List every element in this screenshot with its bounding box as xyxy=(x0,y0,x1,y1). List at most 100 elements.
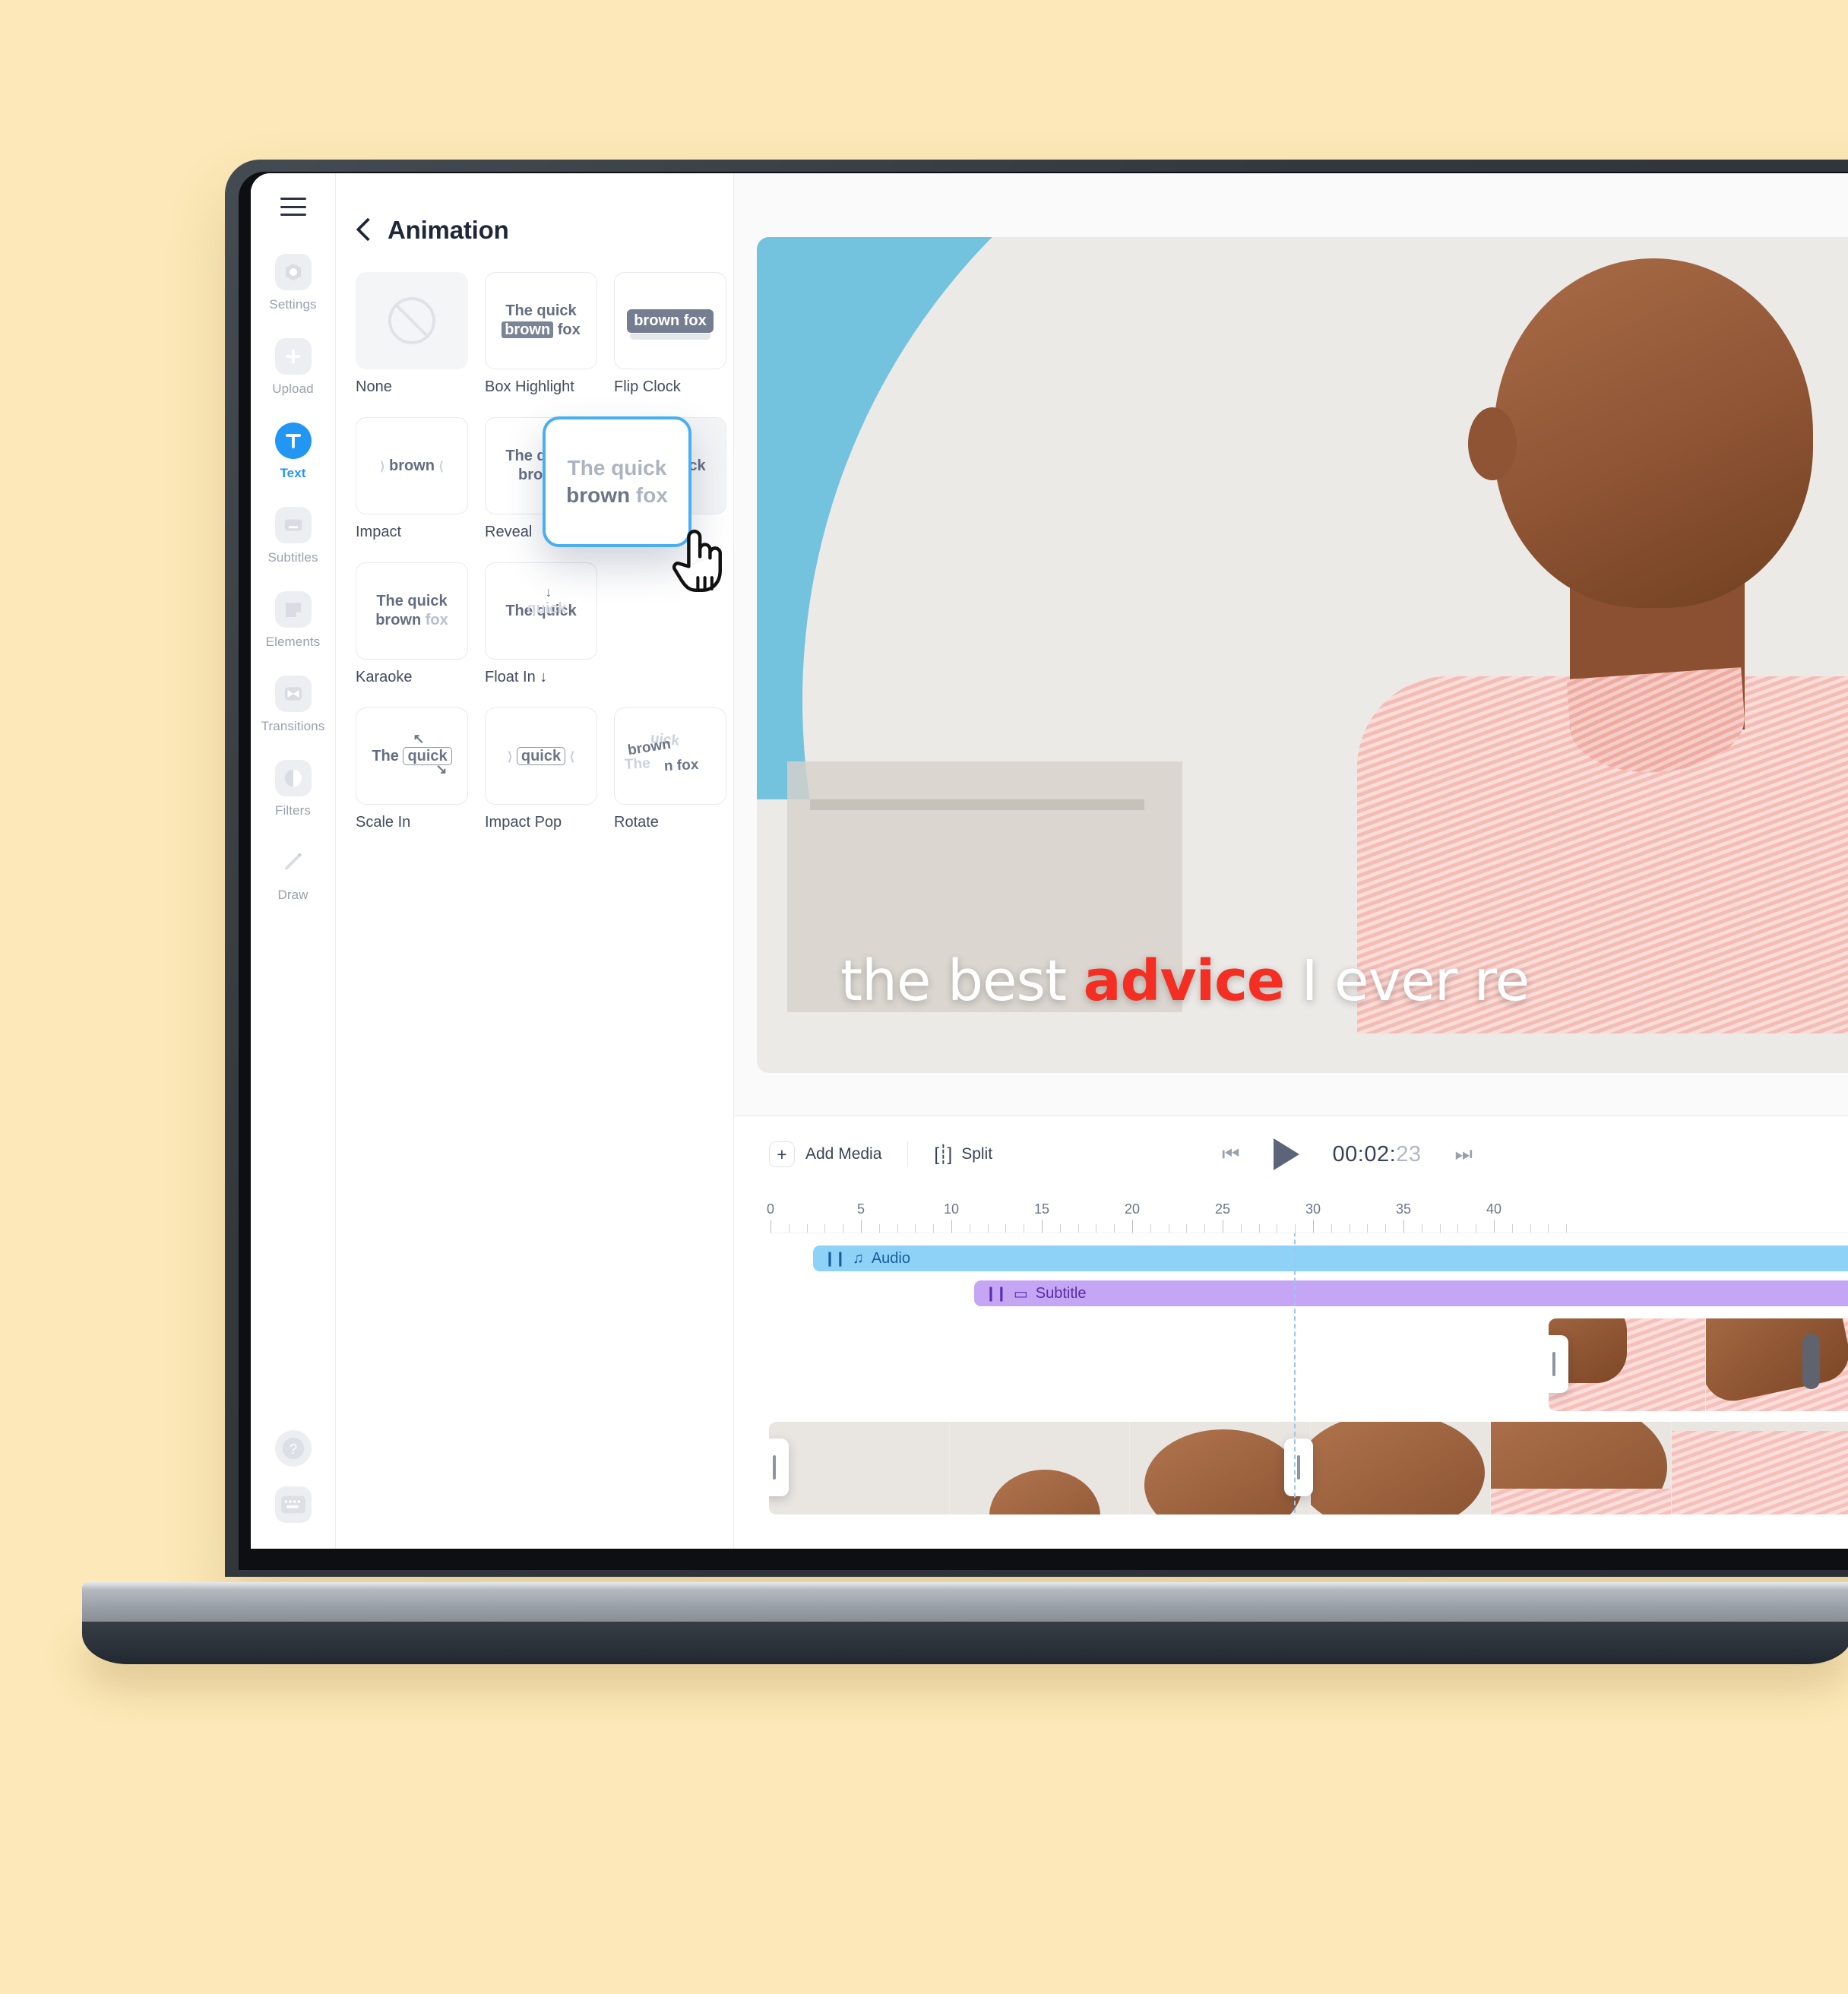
animation-card-flip-clock[interactable]: brown fox Flip Clock xyxy=(614,272,726,396)
laptop-base-body xyxy=(82,1622,1848,1664)
keyboard-icon[interactable] xyxy=(275,1486,312,1523)
ruler-tick-major xyxy=(1313,1220,1314,1233)
animation-card-impact[interactable]: ⟩ brown ⟨ Impact xyxy=(356,417,468,541)
clip-thumbnail xyxy=(1130,1422,1311,1514)
animation-card-float-in-down[interactable]: ↓ quick The quick Float In ↓ xyxy=(485,562,597,686)
ruler-tick-major xyxy=(1132,1220,1133,1233)
animation-card-impact-pop[interactable]: ⟩ quick ⟨ Impact Pop xyxy=(485,707,597,831)
ruler-tick-minor xyxy=(1295,1224,1296,1233)
transport-controls: ⏮ 00:02:23 ⏭ xyxy=(734,1116,1848,1192)
help-icon[interactable]: ? xyxy=(275,1430,312,1467)
sidebar-item-label: Elements xyxy=(265,635,321,649)
sidebar-item-label: Subtitles xyxy=(267,550,318,565)
ruler-label: 30 xyxy=(1305,1201,1321,1217)
ruler-tick-minor xyxy=(1566,1224,1568,1233)
settings-icon xyxy=(274,254,312,290)
timeline-clip-video-upper[interactable] xyxy=(1549,1318,1848,1411)
pause-glyph: ❙❙ xyxy=(824,1250,846,1267)
subject-head xyxy=(1494,258,1813,608)
ruler-tick-minor xyxy=(1186,1224,1188,1233)
animation-preview: uick brown The n fox xyxy=(614,707,726,805)
animation-card-selected[interactable]: The quick brown fox xyxy=(543,416,691,547)
back-chevron-icon[interactable] xyxy=(356,217,371,243)
clip-trim-handle-left[interactable] xyxy=(1549,1335,1568,1393)
clip-trim-handle-right[interactable] xyxy=(1284,1439,1313,1496)
sidebar-item-settings[interactable]: Settings xyxy=(251,254,336,312)
animation-panel: Animation None The quick brown fox Box H… xyxy=(336,173,734,1549)
animation-card-rotate[interactable]: uick brown The n fox Rotate xyxy=(614,707,726,831)
timeline-clip-subtitle[interactable]: ❙❙ ▭ Subtitle xyxy=(974,1280,1848,1306)
sidebar-item-label: Transitions xyxy=(261,719,325,733)
preview-shelf-line xyxy=(810,799,1144,810)
ruler-tick-minor xyxy=(933,1224,935,1233)
timeline-clip-video-lower[interactable] xyxy=(769,1422,1848,1514)
sidebar-item-subtitles[interactable]: Subtitles xyxy=(251,507,336,565)
svg-text:?: ? xyxy=(290,1441,297,1457)
sidebar-item-label: Upload xyxy=(272,381,314,396)
ruler-tick-minor xyxy=(1150,1224,1151,1233)
sidebar-item-upload[interactable]: Upload xyxy=(251,338,336,397)
animation-preview: brown fox xyxy=(614,272,726,369)
ruler-tick-minor xyxy=(1530,1224,1531,1233)
panel-header: Animation xyxy=(336,173,733,252)
add-media-button[interactable]: + Add Media xyxy=(769,1141,881,1167)
animation-card-label: Float In ↓ xyxy=(485,669,548,685)
ruler-tick-minor xyxy=(1511,1224,1513,1233)
subtitle-box-icon: ▭ xyxy=(1013,1285,1028,1302)
ruler-tick-minor xyxy=(1077,1224,1079,1233)
plus-icon: + xyxy=(769,1141,795,1167)
toolbar-divider xyxy=(907,1141,909,1167)
skip-next-icon[interactable]: ⏭ xyxy=(1454,1142,1472,1166)
video-preview[interactable]: the best advice I ever re xyxy=(757,237,1848,1073)
sidebar-item-transitions[interactable]: Transitions xyxy=(251,676,336,734)
track-label: Subtitle xyxy=(1035,1284,1087,1302)
animation-card-scale-in[interactable]: ↖ ↘ The quick Scale In xyxy=(356,707,468,831)
timeline-toolbar: + Add Media [┊] Split ⏮ 00:02:23 ⏭ xyxy=(734,1116,1848,1192)
sidebar-bottom-group: ? xyxy=(251,1430,336,1523)
ruler-tick-minor xyxy=(1005,1224,1007,1233)
animation-card-karaoke[interactable]: The quick brown fox Karaoke xyxy=(356,562,468,686)
ruler-tick-major xyxy=(1403,1220,1404,1233)
ruler-tick-minor xyxy=(987,1224,989,1233)
ruler-tick-minor xyxy=(878,1224,880,1233)
app-window: Settings Upload Text Subtitles Elements … xyxy=(251,173,1848,1549)
animation-preview: ↖ ↘ The quick xyxy=(356,707,468,805)
sidebar-item-elements[interactable]: Elements xyxy=(251,591,336,650)
play-icon[interactable] xyxy=(1273,1138,1299,1170)
ruler-tick-major xyxy=(1042,1220,1043,1233)
ruler-tick-minor xyxy=(1114,1224,1115,1233)
timeline-ruler[interactable]: 0 5 10 15 20 25 30 35 40 xyxy=(767,1192,1848,1233)
ruler-tick-minor xyxy=(915,1224,916,1233)
sidebar-item-text[interactable]: Text xyxy=(251,423,336,481)
hamburger-icon[interactable] xyxy=(280,198,306,216)
animation-preview: ↓ quick The quick xyxy=(485,562,597,660)
animation-card-box-highlight[interactable]: The quick brown fox Box Highlight xyxy=(485,272,597,396)
sidebar-item-draw[interactable]: Draw xyxy=(251,844,336,903)
sidebar-rail: Settings Upload Text Subtitles Elements … xyxy=(251,173,336,1549)
ruler-tick-minor xyxy=(1367,1224,1369,1233)
ruler-tick-minor xyxy=(1059,1224,1061,1233)
animation-preview-selected: The quick brown fox xyxy=(566,455,668,507)
preview-subtitle-text: the best advice I ever re xyxy=(840,948,1530,1014)
text-icon xyxy=(274,423,312,459)
ruler-tick-minor xyxy=(806,1224,808,1233)
animation-card-label: None xyxy=(356,378,392,395)
plus-icon xyxy=(274,338,312,375)
sidebar-item-label: Draw xyxy=(277,888,309,902)
ruler-tick-minor xyxy=(1204,1224,1206,1233)
ruler-tick-minor xyxy=(1385,1224,1387,1233)
split-button[interactable]: [┊] Split xyxy=(934,1144,992,1166)
clip-thumbnail xyxy=(1671,1422,1848,1514)
timeline-clip-audio[interactable]: ❙❙ ♫ Audio xyxy=(813,1245,1848,1271)
animation-preview: The quick brown fox xyxy=(485,272,597,369)
animation-card-none[interactable]: None xyxy=(356,272,468,396)
sidebar-item-filters[interactable]: Filters xyxy=(251,760,336,818)
timeline: + Add Media [┊] Split ⏮ 00:02:23 ⏭ 0 5 1… xyxy=(734,1116,1848,1549)
filters-icon xyxy=(274,760,312,796)
animation-card-label: Scale In xyxy=(356,814,411,831)
no-symbol-icon xyxy=(388,297,435,344)
skip-previous-icon[interactable]: ⏮ xyxy=(1222,1142,1239,1166)
clip-trim-handle-left[interactable] xyxy=(769,1439,789,1496)
ruler-tick-minor xyxy=(824,1224,826,1233)
split-brackets-icon: [┊] xyxy=(934,1144,952,1165)
